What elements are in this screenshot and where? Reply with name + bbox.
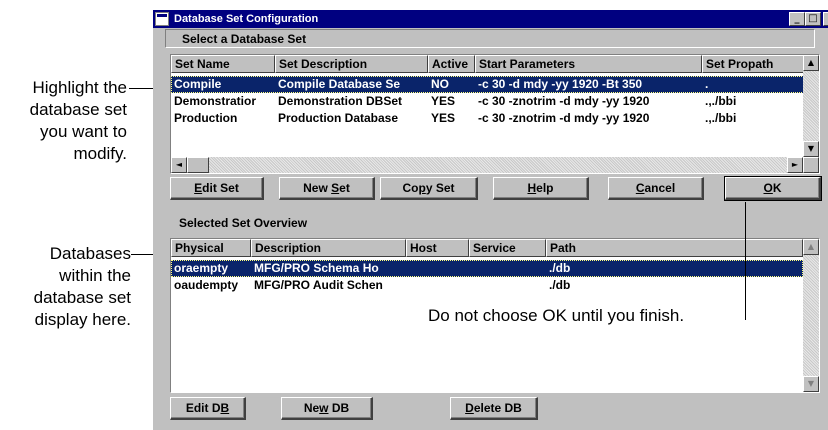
help-button[interactable]: Help [493, 177, 589, 200]
selected-set-overview-label: Selected Set Overview [179, 216, 308, 230]
scroll-right-icon[interactable]: ► [787, 157, 803, 173]
set-active: NO [431, 77, 449, 91]
set-row[interactable]: Production Production Database YES -c 30… [171, 110, 804, 127]
callout-line-2: database set [29, 100, 127, 119]
ok-button[interactable]: OK [724, 176, 822, 201]
new-db-button-mnemonic: w [319, 401, 329, 415]
cancel-button[interactable]: Cancel [608, 177, 704, 200]
callout-line-4: modify. [73, 144, 127, 163]
set-start-parameters: -c 30 -znotrim -d mdy -yy 1920 [478, 111, 650, 125]
set-description: Demonstration DBSet [278, 94, 403, 108]
set-propath: . [705, 77, 709, 91]
set-list-vertical-scrollbar[interactable]: ▲ ▼ [803, 55, 819, 157]
database-list-vertical-scrollbar[interactable]: ▲ ▼ [803, 239, 819, 392]
cancel-button-label-rest: ancel [644, 181, 676, 195]
edit-db-button-mnemonic: B [220, 401, 230, 415]
database-description: MFG/PRO Schema Ho [254, 261, 379, 275]
column-header-description[interactable]: Description [251, 239, 406, 257]
edit-db-button-label: Edit D [185, 401, 221, 415]
ok-callout-leader [745, 202, 746, 320]
set-name: Compile [174, 77, 222, 91]
set-description: Production Database [278, 111, 399, 125]
column-header-service[interactable]: Service [469, 239, 546, 257]
new-db-button-label: Ne [303, 401, 320, 415]
minimize-button[interactable]: _ [789, 12, 805, 26]
set-description: Compile Database Se [278, 77, 401, 91]
new-set-button[interactable]: New Set [279, 177, 375, 200]
scrollbar-corner [803, 157, 819, 173]
delete-db-button[interactable]: Delete DB [450, 397, 538, 420]
window-title: Database Set Configuration [174, 13, 319, 25]
database-path: ./db [549, 261, 571, 275]
horizontal-scroll-thumb[interactable] [187, 157, 209, 173]
copy-set-button[interactable]: Copy Set [380, 177, 478, 200]
set-propath: .,./bbi [705, 111, 737, 125]
scroll-up-icon[interactable]: ▲ [803, 239, 819, 255]
callout-line-3: database set [33, 288, 131, 307]
ok-button-mnemonic: O [763, 181, 773, 195]
copy-set-button-label: Co [402, 181, 419, 195]
database-physical: oraempty [174, 261, 229, 275]
new-db-button-label-rest: DB [328, 401, 350, 415]
column-header-set-name[interactable]: Set Name [171, 55, 275, 73]
callout-line-1: Databases [49, 244, 131, 263]
close-button[interactable]: × [823, 12, 828, 26]
column-header-start-parameters[interactable]: Start Parameters [475, 55, 702, 73]
ok-button-label-rest: K [772, 181, 782, 195]
set-name: Production [174, 111, 238, 125]
database-description: MFG/PRO Audit Schen [254, 278, 383, 292]
new-set-button-mnemonic: S [331, 181, 340, 195]
database-row[interactable]: oraempty MFG/PRO Schema Ho ./db [171, 260, 803, 277]
edit-set-button[interactable]: Edit Set [170, 177, 264, 200]
help-button-label-rest: elp [536, 181, 554, 195]
callout-highlight: Highlight the database set you want to m… [0, 77, 127, 165]
database-set-list[interactable]: Set Name Set Description Active Start Pa… [170, 54, 820, 174]
column-header-active[interactable]: Active [428, 55, 475, 73]
set-active: YES [431, 111, 456, 125]
new-set-button-label: New [303, 181, 332, 195]
ok-callout-note: Do not choose OK until you finish. [428, 306, 685, 325]
callout-line-2: within the [59, 266, 131, 285]
new-db-button[interactable]: New DB [281, 397, 373, 420]
database-set-configuration-window: Database Set Configuration _ □ × Select … [153, 10, 828, 430]
column-header-host[interactable]: Host [406, 239, 469, 257]
new-set-button-label-rest: et [339, 181, 350, 195]
set-start-parameters: -c 30 -d mdy -yy 1920 -Bt 350 [478, 77, 643, 91]
maximize-button[interactable]: □ [805, 12, 821, 26]
copy-set-button-mnemonic: p [418, 181, 426, 195]
set-list-horizontal-scrollbar[interactable]: ◄ ► [171, 157, 803, 173]
database-path: ./db [549, 278, 571, 292]
set-start-parameters: -c 30 -znotrim -d mdy -yy 1920 [478, 94, 650, 108]
edit-set-button-label-rest: dit Set [202, 181, 239, 195]
app-icon [155, 12, 169, 26]
scroll-down-icon[interactable]: ▼ [803, 376, 819, 392]
scroll-up-icon[interactable]: ▲ [803, 55, 819, 71]
callout-databases: Databases within the database set displa… [0, 243, 131, 331]
help-button-mnemonic: H [527, 181, 537, 195]
set-name: Demonstratior [174, 94, 257, 108]
delete-db-button-mnemonic: D [465, 401, 474, 415]
callout-line-1: Highlight the [32, 78, 127, 97]
set-active: YES [431, 94, 456, 108]
callout-line-4: display here. [34, 310, 131, 329]
column-header-physical[interactable]: Physical [171, 239, 251, 257]
column-header-path[interactable]: Path [546, 239, 803, 257]
column-header-set-description[interactable]: Set Description [275, 55, 428, 73]
select-set-header: Select a Database Set [165, 29, 815, 48]
edit-db-button[interactable]: Edit DB [170, 397, 246, 420]
database-row[interactable]: oaudempty MFG/PRO Audit Schen ./db [171, 277, 803, 294]
delete-db-button-label-rest: elete DB [473, 401, 522, 415]
edit-set-button-mnemonic: E [194, 181, 203, 195]
set-propath: .,./bbi [705, 94, 737, 108]
title-bar: Database Set Configuration _ □ × [153, 10, 828, 28]
column-header-set-propath[interactable]: Set Propath [702, 55, 804, 73]
scroll-down-icon[interactable]: ▼ [803, 141, 819, 157]
set-row[interactable]: Compile Compile Database Se NO -c 30 -d … [171, 76, 804, 93]
callout-line-3: you want to [40, 122, 127, 141]
database-physical: oaudempty [174, 278, 239, 292]
copy-set-button-label-rest: y Set [425, 181, 455, 195]
scroll-left-icon[interactable]: ◄ [171, 157, 187, 173]
set-row[interactable]: Demonstratior Demonstration DBSet YES -c… [171, 93, 804, 110]
